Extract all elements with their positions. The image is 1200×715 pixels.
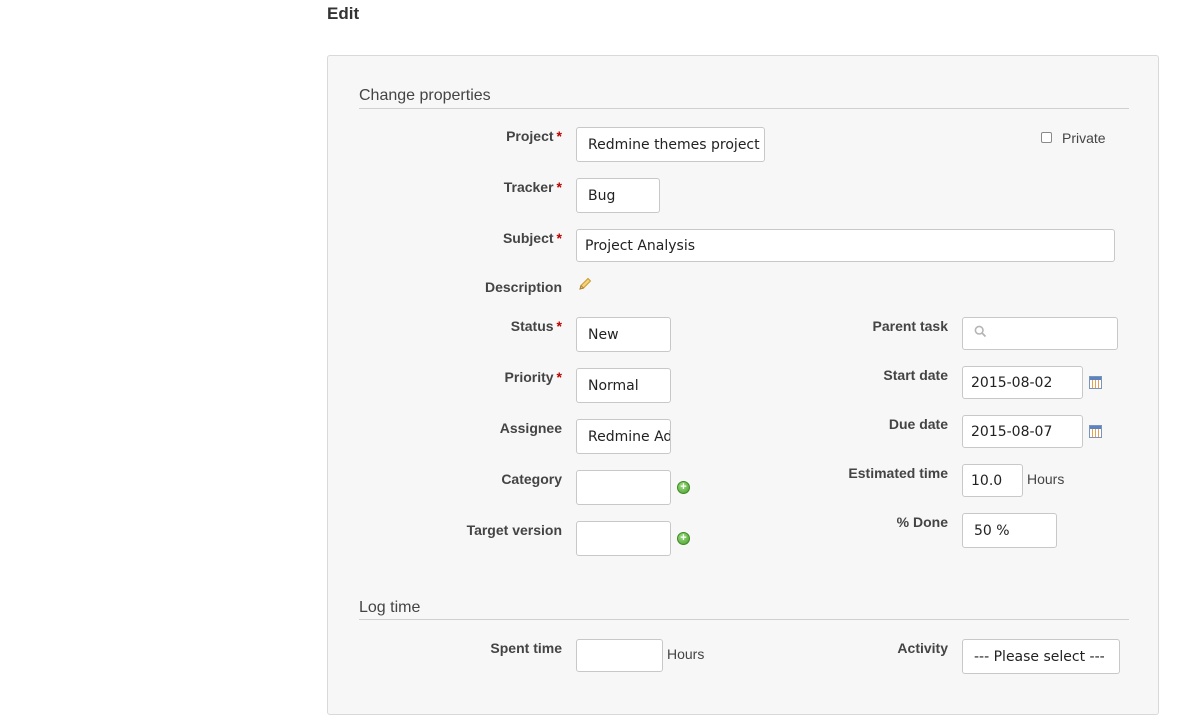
required-marker: *	[556, 369, 562, 385]
required-marker: *	[556, 230, 562, 246]
add-category-icon[interactable]: +	[677, 481, 690, 494]
start-date-label: Start date	[883, 367, 948, 383]
calendar-icon[interactable]	[1089, 425, 1102, 438]
calendar-icon[interactable]	[1089, 376, 1102, 389]
spent-time-unit: Hours	[667, 646, 705, 662]
tracker-label: Tracker *	[503, 179, 562, 195]
parent-task-input[interactable]	[962, 317, 1118, 350]
add-version-icon[interactable]: +	[677, 532, 690, 545]
estimated-time-input[interactable]: 10.0	[962, 464, 1023, 497]
priority-select[interactable]: Normal	[576, 368, 671, 403]
status-select[interactable]: New	[576, 317, 671, 352]
activity-select[interactable]: --- Please select ---	[962, 639, 1120, 674]
parent-task-label: Parent task	[872, 318, 948, 334]
status-label: Status *	[510, 318, 562, 334]
estimated-time-label: Estimated time	[848, 465, 948, 481]
spent-time-input[interactable]	[576, 639, 663, 672]
required-marker: *	[556, 318, 562, 334]
subject-label: Subject *	[502, 230, 562, 246]
tracker-select[interactable]: Bug	[576, 178, 660, 213]
priority-label: Priority *	[504, 369, 562, 385]
legend-divider	[359, 108, 1129, 109]
search-icon	[974, 325, 987, 342]
target-version-select[interactable]	[576, 521, 671, 556]
project-label: Project *	[506, 128, 562, 144]
due-date-label: Due date	[888, 416, 948, 432]
log-time-legend: Log time	[359, 599, 421, 616]
estimated-time-unit: Hours	[1027, 471, 1065, 487]
pencil-icon[interactable]	[578, 277, 592, 291]
required-marker: *	[556, 128, 562, 144]
done-ratio-label: % Done	[896, 514, 948, 530]
start-date-input[interactable]: 2015-08-02	[962, 366, 1083, 399]
category-label: Category	[501, 471, 562, 487]
category-select[interactable]	[576, 470, 671, 505]
due-date-input[interactable]: 2015-08-07	[962, 415, 1083, 448]
assignee-select[interactable]: Redmine Admin	[576, 419, 671, 454]
required-marker: *	[556, 179, 562, 195]
done-ratio-select[interactable]: 50 %	[962, 513, 1057, 548]
private-checkbox[interactable]	[1041, 132, 1052, 143]
project-select[interactable]: Redmine themes project	[576, 127, 765, 162]
spent-time-label: Spent time	[490, 640, 562, 656]
change-properties-legend: Change properties	[359, 87, 491, 104]
target-version-label: Target version	[466, 522, 562, 538]
legend-divider	[359, 619, 1129, 620]
activity-label: Activity	[897, 640, 948, 656]
private-label: Private	[1062, 130, 1106, 146]
description-label: Description	[484, 279, 562, 295]
assignee-label: Assignee	[499, 420, 562, 436]
page-title: Edit	[327, 4, 360, 23]
subject-input[interactable]: Project Analysis	[576, 229, 1115, 262]
